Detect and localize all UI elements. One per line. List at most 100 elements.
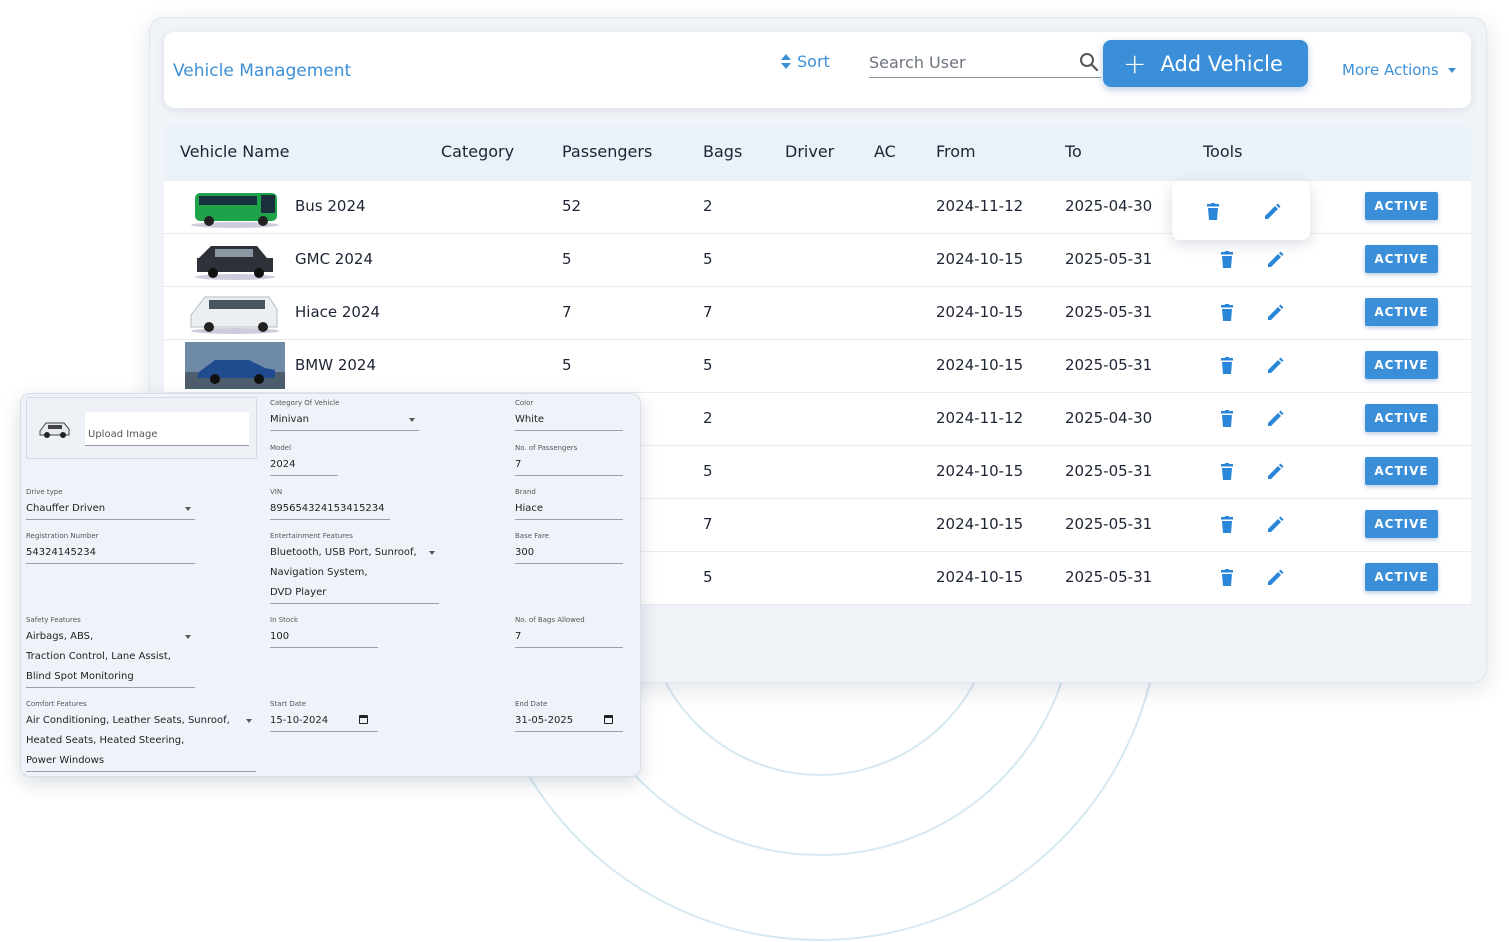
drive-type-field[interactable]: Drive type Chauffer Driven	[26, 488, 195, 520]
sedan-image	[185, 342, 285, 389]
passengers-field[interactable]: No. of Passengers 7	[515, 444, 623, 476]
comfort-line-2: Heated Seats, Heated Steering,	[26, 735, 185, 746]
more-actions-button[interactable]: More Actions	[1342, 61, 1456, 79]
status-badge[interactable]: ACTIVE	[1365, 192, 1438, 220]
add-vehicle-button[interactable]: + Add Vehicle	[1103, 40, 1308, 87]
column-header-category[interactable]: Category	[441, 142, 514, 161]
suv-image	[195, 246, 275, 280]
color-value: White	[515, 414, 545, 425]
model-field[interactable]: Model 2024	[270, 444, 338, 476]
table-row[interactable]: GMC 2024 5 5 2024-10-15 2025-05-31 ACTIV…	[164, 234, 1471, 287]
pencil-icon[interactable]	[1266, 304, 1284, 322]
trash-icon[interactable]	[1218, 357, 1236, 375]
pencil-icon[interactable]	[1266, 410, 1284, 428]
comfort-field[interactable]: Comfort Features Air Conditioning, Leath…	[26, 700, 256, 772]
from-date: 2024-10-15	[936, 356, 1024, 374]
color-field[interactable]: Color White	[515, 399, 623, 431]
bags-value: 5	[703, 356, 713, 374]
column-header-to[interactable]: To	[1065, 142, 1082, 161]
bags-allowed-field[interactable]: No. of Bags Allowed 7	[515, 616, 623, 648]
trash-icon[interactable]	[1218, 463, 1236, 481]
status-badge[interactable]: ACTIVE	[1365, 563, 1438, 591]
upload-image-label: Upload Image	[88, 429, 158, 440]
pencil-icon[interactable]	[1266, 569, 1284, 587]
search-input[interactable]	[869, 52, 1069, 72]
brand-field[interactable]: Brand Hiace	[515, 488, 623, 520]
comfort-line-3: Power Windows	[26, 755, 105, 766]
plus-icon: +	[1123, 46, 1147, 80]
van-image	[190, 296, 279, 334]
status-badge[interactable]: ACTIVE	[1365, 245, 1438, 273]
trash-icon[interactable]	[1204, 203, 1222, 221]
entertainment-field[interactable]: Entertainment Features Bluetooth, USB Po…	[270, 532, 439, 604]
bags-value: 2	[703, 409, 713, 427]
brand-value: Hiace	[515, 503, 544, 514]
calendar-icon[interactable]	[359, 715, 368, 724]
entertainment-line-1: Bluetooth, USB Port, Sunroof,	[270, 547, 417, 558]
comfort-label: Comfort Features	[26, 700, 87, 708]
status-badge[interactable]: ACTIVE	[1365, 510, 1438, 538]
caret-down-icon	[1447, 67, 1456, 73]
safety-field[interactable]: Safety Features Airbags, ABS, Traction C…	[26, 616, 195, 688]
column-header-ac[interactable]: AC	[874, 142, 896, 161]
add-vehicle-label: Add Vehicle	[1160, 51, 1283, 76]
start-date-field[interactable]: Start Date 15-10-2024	[270, 700, 378, 732]
in-stock-field[interactable]: In Stock 100	[270, 616, 378, 648]
category-field[interactable]: Category Of Vehicle Minivan	[270, 399, 419, 431]
status-badge[interactable]: ACTIVE	[1365, 404, 1438, 432]
registration-label: Registration Number	[26, 532, 99, 540]
chevron-down-icon	[409, 418, 415, 422]
calendar-icon[interactable]	[604, 715, 613, 724]
to-date: 2025-04-30	[1065, 197, 1153, 215]
pencil-icon[interactable]	[1263, 203, 1281, 221]
pencil-icon[interactable]	[1266, 516, 1284, 534]
bags-value: 5	[703, 250, 713, 268]
upload-image-box[interactable]: Upload Image	[26, 397, 257, 459]
trash-icon[interactable]	[1218, 410, 1236, 428]
status-badge[interactable]: ACTIVE	[1365, 351, 1438, 379]
in-stock-value: 100	[270, 631, 290, 642]
column-header-from[interactable]: From	[936, 142, 976, 161]
sort-button[interactable]: Sort	[781, 52, 830, 71]
trash-icon[interactable]	[1218, 304, 1236, 322]
passengers-value: 5	[562, 356, 572, 374]
pencil-icon[interactable]	[1266, 463, 1284, 481]
trash-icon[interactable]	[1218, 569, 1236, 587]
vehicle-name: BMW 2024	[295, 356, 377, 374]
top-bar: Vehicle Management Sort + Add Vehicle Mo…	[164, 32, 1471, 108]
table-row[interactable]: Hiace 2024 7 7 2024-10-15 2025-05-31 ACT…	[164, 287, 1471, 340]
column-header-passengers[interactable]: Passengers	[562, 142, 652, 161]
to-date: 2025-05-31	[1065, 515, 1153, 533]
column-header-driver[interactable]: Driver	[785, 142, 834, 161]
from-date: 2024-11-12	[936, 409, 1024, 427]
base-fare-field[interactable]: Base Fare 300	[515, 532, 623, 564]
table-row[interactable]: Bus 2024 52 2 2024-11-12 2025-04-30 ACTI…	[164, 181, 1471, 240]
end-date-field[interactable]: End Date 31-05-2025	[515, 700, 623, 732]
trash-icon[interactable]	[1218, 516, 1236, 534]
table-row[interactable]: BMW 2024 5 5 2024-10-15 2025-05-31 ACTIV…	[164, 340, 1471, 393]
trash-icon[interactable]	[1218, 251, 1236, 269]
passengers-label: No. of Passengers	[515, 444, 578, 452]
pencil-icon[interactable]	[1266, 357, 1284, 375]
passengers-value: 7	[515, 459, 522, 470]
vin-value: 895654324153415234	[270, 503, 385, 514]
from-date: 2024-10-15	[936, 250, 1024, 268]
column-header-vehicle-name[interactable]: Vehicle Name	[180, 142, 290, 161]
pencil-icon[interactable]	[1266, 251, 1284, 269]
from-date: 2024-10-15	[936, 568, 1024, 586]
status-badge[interactable]: ACTIVE	[1365, 298, 1438, 326]
drive-type-value: Chauffer Driven	[26, 503, 106, 514]
upload-image-field[interactable]: Upload Image	[85, 412, 249, 446]
passengers-value: 5	[562, 250, 572, 268]
base-fare-label: Base Fare	[515, 532, 549, 540]
end-date-label: End Date	[515, 700, 548, 708]
bags-value: 2	[703, 197, 713, 215]
vin-field[interactable]: VIN 895654324153415234	[270, 488, 390, 520]
entertainment-label: Entertainment Features	[270, 532, 353, 540]
table-header: Vehicle Name Category Passengers Bags Dr…	[164, 125, 1471, 181]
search-icon[interactable]	[1079, 52, 1099, 72]
from-date: 2024-10-15	[936, 303, 1024, 321]
status-badge[interactable]: ACTIVE	[1365, 457, 1438, 485]
registration-field[interactable]: Registration Number 54324145234	[26, 532, 195, 564]
column-header-bags[interactable]: Bags	[703, 142, 742, 161]
